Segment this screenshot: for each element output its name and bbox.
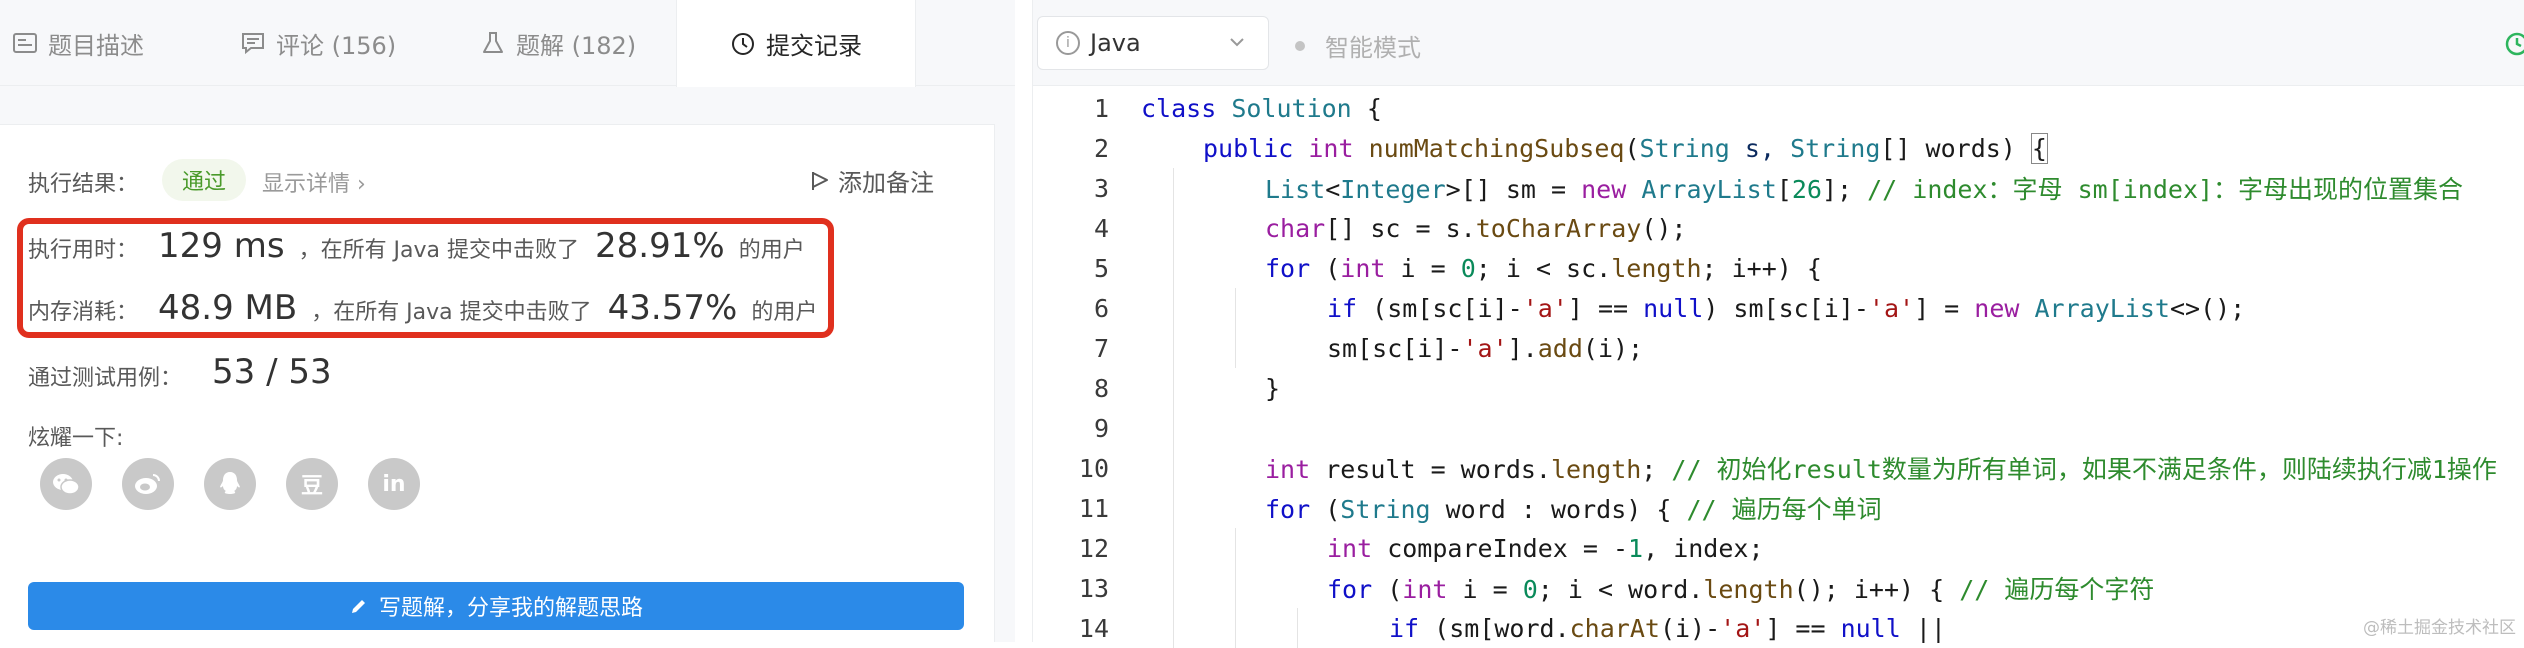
line-number: 8 [1093, 373, 1109, 403]
memory-row: 内存消耗： 48.9 MB ，在所有 Java 提交中击败了 43.57% 的用… [28, 288, 817, 328]
tab-comments[interactable]: 评论 (156) [240, 0, 420, 86]
line-number: 11 [1078, 493, 1109, 523]
runtime-beat-text: ，在所有 Java 提交中击败了 [298, 238, 580, 263]
line-number: 3 [1093, 173, 1109, 203]
runtime-tail: 的用户 [738, 238, 805, 263]
write-solution-button[interactable]: 写题解，分享我的解题思路 [28, 582, 964, 630]
code-text: int result = words.length; // 初始化result数… [1265, 455, 2497, 484]
runtime-percent: 28.91% [595, 226, 725, 266]
alarm-clock-icon[interactable] [2503, 28, 2524, 58]
editor-toolbar: i Java 智能模式 [1033, 0, 2524, 86]
memory-value: 48.9 MB [158, 288, 298, 328]
wechat-icon[interactable] [40, 458, 92, 510]
result-label: 执行结果： [28, 172, 139, 197]
share-label: 炫耀一下: [28, 426, 124, 451]
code-line: 4 char[] sc = s.toCharArray(); [1033, 208, 2524, 248]
runtime-value: 129 ms [158, 226, 285, 266]
line-number: 5 [1093, 253, 1109, 283]
tab-description-label: 题目描述 [48, 31, 144, 60]
code-line: 7 sm[sc[i]-'a'].add(i); [1033, 328, 2524, 368]
flask-icon [480, 30, 506, 56]
runtime-label: 执行用时： [28, 238, 139, 263]
qq-icon[interactable] [204, 458, 256, 510]
tab-submissions[interactable]: 提交记录 [676, 0, 916, 87]
code-line: 12 int compareIndex = -1, index; [1033, 528, 2524, 568]
watermark: @稀土掘金技术社区 [2363, 618, 2516, 638]
code-line: 2 public int numMatchingSubseq(String s,… [1033, 128, 2524, 168]
line-number: 1 [1093, 93, 1109, 123]
tab-comments-label: 评论 (156) [276, 31, 397, 60]
weibo-icon[interactable] [122, 458, 174, 510]
line-number: 2 [1093, 133, 1109, 163]
memory-tail: 的用户 [751, 300, 818, 325]
smart-mode-label: 智能模式 [1325, 34, 1421, 62]
code-text: sm[sc[i]-'a'].add(i); [1327, 333, 1644, 363]
tab-solutions-label: 题解 (182) [516, 31, 637, 60]
tab-solutions[interactable]: 题解 (182) [480, 0, 660, 86]
code-line: 5 for (int i = 0; i < sc.length; i++) { [1033, 248, 2524, 288]
line-number: 14 [1078, 613, 1109, 643]
line-number: 7 [1093, 333, 1109, 363]
code-text: if (sm[sc[i]-'a'] == null) sm[sc[i]-'a']… [1327, 293, 2246, 323]
code-line: 14 if (sm[word.charAt(i)-'a'] == null || [1033, 608, 2524, 648]
chevron-down-icon [1230, 38, 1244, 47]
code-line: 3 List<Integer>[] sm = new ArrayList[26]… [1033, 168, 2524, 208]
memory-percent: 43.57% [607, 288, 738, 328]
add-note-button[interactable]: 添加备注 [810, 163, 934, 198]
line-number: 12 [1078, 533, 1109, 563]
line-number: 6 [1093, 293, 1109, 323]
write-solution-label: 写题解，分享我的解题思路 [378, 596, 643, 621]
info-icon: i [1056, 31, 1080, 55]
code-text: int compareIndex = -1, index; [1327, 533, 1764, 563]
code-text: for (int i = 0; i < sc.length; i++) { [1265, 253, 1822, 283]
code-text: List<Integer>[] sm = new ArrayList[26]; … [1265, 175, 2464, 204]
code-text: } [1265, 373, 1281, 403]
code-text: for (int i = 0; i < word.length(); i++) … [1327, 575, 2155, 604]
clock-icon [730, 31, 756, 57]
description-icon [12, 30, 38, 56]
submission-panel: 题目描述 评论 (156) 题解 (182) 提交记录 执行结果： 通过 显示详… [0, 0, 1015, 642]
smart-mode-toggle[interactable]: 智能模式 [1295, 28, 1421, 63]
add-note-label: 添加备注 [838, 169, 934, 197]
code-text: if (sm[word.charAt(i)-'a'] == null || [1389, 613, 1946, 643]
code-line: 6 if (sm[sc[i]-'a'] == null) sm[sc[i]-'a… [1033, 288, 2524, 328]
code-line: 11 for (String word : words) { // 遍历每个单词 [1033, 488, 2524, 528]
line-number: 13 [1078, 573, 1109, 603]
memory-beat-text: ，在所有 Java 提交中击败了 [311, 300, 592, 325]
status-badge: 通过 [162, 159, 246, 201]
tests-value: 53 / 53 [212, 352, 332, 392]
code-text: for (String word : words) { // 遍历每个单词 [1265, 495, 1882, 524]
pencil-icon [351, 600, 365, 613]
runtime-row: 执行用时： 129 ms ，在所有 Java 提交中击败了 28.91% 的用户 [28, 226, 805, 266]
memory-label: 内存消耗： [28, 300, 139, 325]
language-select[interactable]: i Java [1037, 16, 1269, 70]
flag-icon [812, 171, 828, 190]
linkedin-icon[interactable]: in [368, 458, 420, 510]
code-text: public int numMatchingSubseq(String s, S… [1203, 132, 2048, 164]
language-value: Java [1090, 29, 1141, 57]
code-line: 9 [1033, 408, 2524, 448]
douban-icon[interactable]: 豆 [286, 458, 338, 510]
comment-icon [240, 30, 266, 56]
tests-label: 通过测试用例： [28, 366, 183, 391]
code-editor-panel: i Java 智能模式 1 class Solution { 2 public … [1032, 0, 2524, 648]
tab-bar: 题目描述 评论 (156) 题解 (182) 提交记录 [0, 0, 1015, 87]
code-text: char[] sc = s.toCharArray(); [1265, 213, 1687, 243]
code-text: class Solution { [1141, 93, 1382, 123]
tab-description[interactable]: 题目描述 [12, 0, 182, 86]
tab-submissions-label: 提交记录 [766, 32, 862, 60]
code-line: 1 class Solution { [1033, 88, 2524, 128]
line-number: 4 [1093, 213, 1109, 243]
code-line: 13 for (int i = 0; i < word.length(); i+… [1033, 568, 2524, 608]
code-line: 8 } [1033, 368, 2524, 408]
code-area[interactable]: 1 class Solution { 2 public int numMatch… [1033, 86, 2524, 648]
share-icons: 豆 in [40, 458, 420, 510]
code-line: 10 int result = words.length; // 初始化resu… [1033, 448, 2524, 488]
show-details-link[interactable]: 显示详情 › [262, 166, 366, 198]
line-number: 9 [1093, 413, 1109, 443]
line-number: 10 [1078, 453, 1109, 483]
smart-mode-dot [1295, 40, 1305, 51]
